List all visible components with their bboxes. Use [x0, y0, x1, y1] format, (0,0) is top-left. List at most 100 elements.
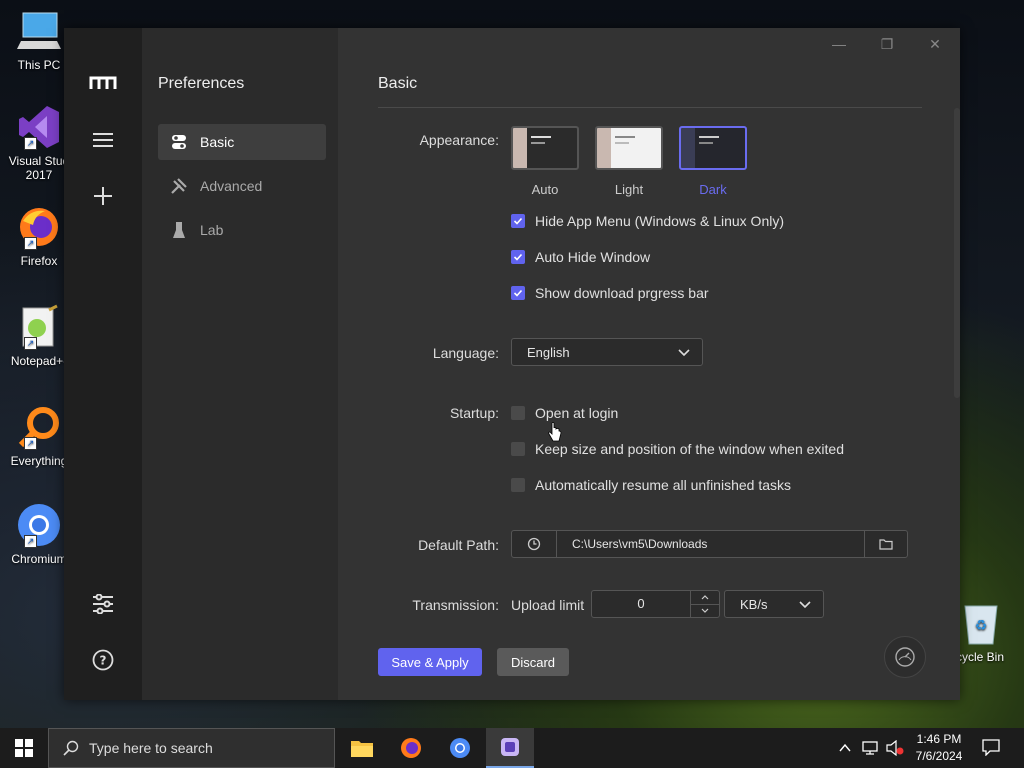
- scrollbar[interactable]: [954, 108, 960, 398]
- network-icon[interactable]: [862, 740, 880, 761]
- notifications-icon[interactable]: [982, 738, 1000, 761]
- sidebar-item-label: Advanced: [200, 178, 263, 194]
- theme-thumbnail-auto: [511, 126, 579, 170]
- checkbox-unchecked-icon[interactable]: [511, 406, 525, 420]
- theme-label: Dark: [699, 182, 727, 197]
- checkbox-resume-tasks[interactable]: Automatically resume all unfinished task…: [511, 477, 791, 493]
- checkbox-unchecked-icon[interactable]: [511, 442, 525, 456]
- flask-icon: [168, 221, 190, 239]
- checkbox-label: Show download prgress bar: [535, 285, 709, 301]
- sidebar-title: Preferences: [158, 75, 245, 92]
- theme-option-light[interactable]: Light: [595, 126, 663, 197]
- history-icon[interactable]: [512, 531, 557, 557]
- speedometer-icon[interactable]: [884, 636, 926, 678]
- chromium-icon: ↗: [16, 502, 62, 548]
- search-icon: [63, 740, 79, 756]
- discard-button[interactable]: Discard: [497, 648, 569, 676]
- theme-thumbnail-light: [595, 126, 663, 170]
- toggle-icon: [168, 134, 190, 150]
- tools-icon: [168, 177, 190, 195]
- taskbar-clock[interactable]: 1:46 PM 7/6/2024: [906, 731, 972, 765]
- close-button[interactable]: ✕: [920, 32, 950, 56]
- appearance-label: Appearance:: [419, 132, 499, 148]
- upload-limit-input[interactable]: 0: [592, 591, 690, 617]
- default-path-value: C:\Users\vm5\Downloads: [572, 537, 708, 551]
- preferences-window: ? Preferences Basic Advanced Lab — ❐ ✕ B…: [64, 28, 960, 700]
- sidebar-item-label: Lab: [200, 222, 224, 238]
- mouse-cursor-icon: [548, 422, 562, 449]
- preferences-main: — ❐ ✕ Basic Appearance: Auto Light Dark …: [338, 28, 960, 700]
- visual-studio-icon: ↗: [16, 104, 62, 150]
- chevron-down-icon: [799, 597, 811, 612]
- settings-sliders-icon[interactable]: [88, 589, 118, 619]
- svg-text:♻: ♻: [975, 617, 988, 633]
- svg-text:?: ?: [100, 654, 107, 668]
- transmission-label: Transmission:: [412, 597, 499, 613]
- computer-icon: [16, 8, 62, 54]
- default-path-label: Default Path:: [418, 537, 499, 553]
- add-icon[interactable]: [88, 181, 118, 211]
- file-explorer-icon[interactable]: [338, 728, 386, 768]
- preferences-sidebar: Preferences Basic Advanced Lab: [142, 28, 338, 700]
- logo-icon[interactable]: [88, 68, 118, 98]
- default-path-field[interactable]: C:\Users\vm5\Downloads: [511, 530, 908, 558]
- checkbox-label: Auto Hide Window: [535, 249, 651, 265]
- language-label: Language:: [432, 345, 499, 361]
- language-select[interactable]: English: [511, 338, 703, 366]
- upload-limit-stepper[interactable]: 0: [591, 590, 720, 618]
- checkbox-checked-icon[interactable]: [511, 214, 525, 228]
- sidebar-item-label: Basic: [200, 134, 235, 150]
- theme-option-auto[interactable]: Auto: [511, 126, 579, 197]
- maximize-button[interactable]: ❐: [872, 32, 902, 56]
- checkbox-open-at-login[interactable]: Open at login: [511, 405, 618, 421]
- chromium-taskbar-icon[interactable]: [436, 728, 484, 768]
- checkbox-checked-icon[interactable]: [511, 250, 525, 264]
- menu-icon[interactable]: [88, 125, 118, 155]
- chevron-up-icon[interactable]: [691, 591, 719, 605]
- upload-unit-select[interactable]: KB/s: [724, 590, 824, 618]
- sidebar-item-basic[interactable]: Basic: [158, 124, 326, 160]
- theme-thumbnail-dark: [679, 126, 747, 170]
- checkbox-label: Keep size and position of the window whe…: [535, 441, 844, 457]
- everything-search-icon: ↗: [16, 404, 62, 450]
- taskbar: Type here to search 1:46 PM 7/6/2024: [0, 728, 1024, 768]
- recycle-bin-icon: ♻: [958, 600, 1004, 646]
- firefox-icon: ↗: [16, 204, 62, 250]
- chevron-down-icon[interactable]: [691, 605, 719, 618]
- checkbox-auto-hide-window[interactable]: Auto Hide Window: [511, 249, 650, 265]
- app-rail: ?: [64, 28, 142, 700]
- checkbox-label: Open at login: [535, 405, 619, 421]
- sidebar-item-advanced[interactable]: Advanced: [158, 168, 326, 204]
- help-icon[interactable]: ?: [88, 645, 118, 675]
- title-divider: [378, 107, 922, 108]
- checkbox-label: Automatically resume all unfinished task…: [535, 477, 792, 493]
- volume-muted-icon[interactable]: [886, 739, 904, 761]
- checkbox-label: Hide App Menu (Windows & Linux Only): [535, 213, 784, 229]
- minimize-button[interactable]: —: [824, 32, 854, 56]
- checkbox-hide-app-menu[interactable]: Hide App Menu (Windows & Linux Only): [511, 213, 784, 229]
- clock-date: 7/6/2024: [915, 749, 963, 763]
- theme-option-dark[interactable]: Dark: [679, 126, 747, 197]
- checkbox-show-progress-bar[interactable]: Show download prgress bar: [511, 285, 709, 301]
- folder-icon[interactable]: [864, 531, 907, 557]
- page-title: Basic: [378, 75, 418, 92]
- checkbox-checked-icon[interactable]: [511, 286, 525, 300]
- theme-label: Auto: [531, 182, 559, 197]
- taskbar-search-box[interactable]: Type here to search: [48, 728, 335, 768]
- desktop-icon-recycle-bin[interactable]: ♻ cycle Bin: [950, 600, 1024, 664]
- windows-start-icon[interactable]: [0, 728, 48, 768]
- save-apply-button[interactable]: Save & Apply: [378, 648, 482, 676]
- theme-label: Light: [614, 182, 644, 197]
- sidebar-item-lab[interactable]: Lab: [158, 212, 326, 248]
- upload-unit-value: KB/s: [740, 596, 768, 612]
- upload-limit-label: Upload limit: [511, 597, 585, 613]
- firefox-taskbar-icon[interactable]: [387, 728, 435, 768]
- chevron-up-icon[interactable]: [838, 741, 852, 760]
- search-placeholder: Type here to search: [89, 740, 213, 756]
- download-manager-taskbar-icon[interactable]: [486, 728, 534, 768]
- clock-time: 1:46 PM: [916, 732, 962, 746]
- checkbox-unchecked-icon[interactable]: [511, 478, 525, 492]
- desktop-icon-label: cycle Bin: [956, 650, 1005, 664]
- chevron-down-icon: [678, 345, 690, 360]
- notepad-plus-icon: ↗: [16, 304, 62, 350]
